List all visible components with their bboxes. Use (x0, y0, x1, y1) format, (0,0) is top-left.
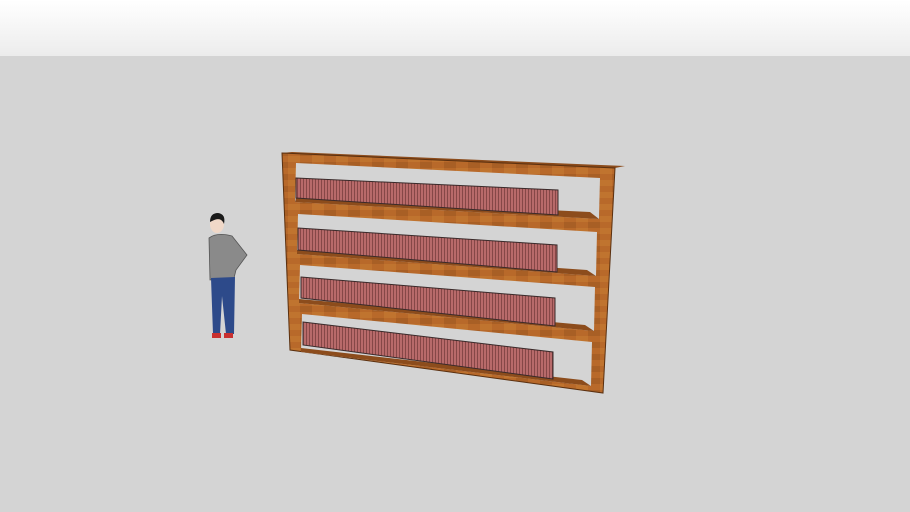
scene-canvas[interactable] (0, 0, 910, 512)
3d-model-viewport[interactable] (0, 0, 910, 512)
bookshelf (281, 152, 625, 394)
scale-figure-person (208, 213, 248, 338)
